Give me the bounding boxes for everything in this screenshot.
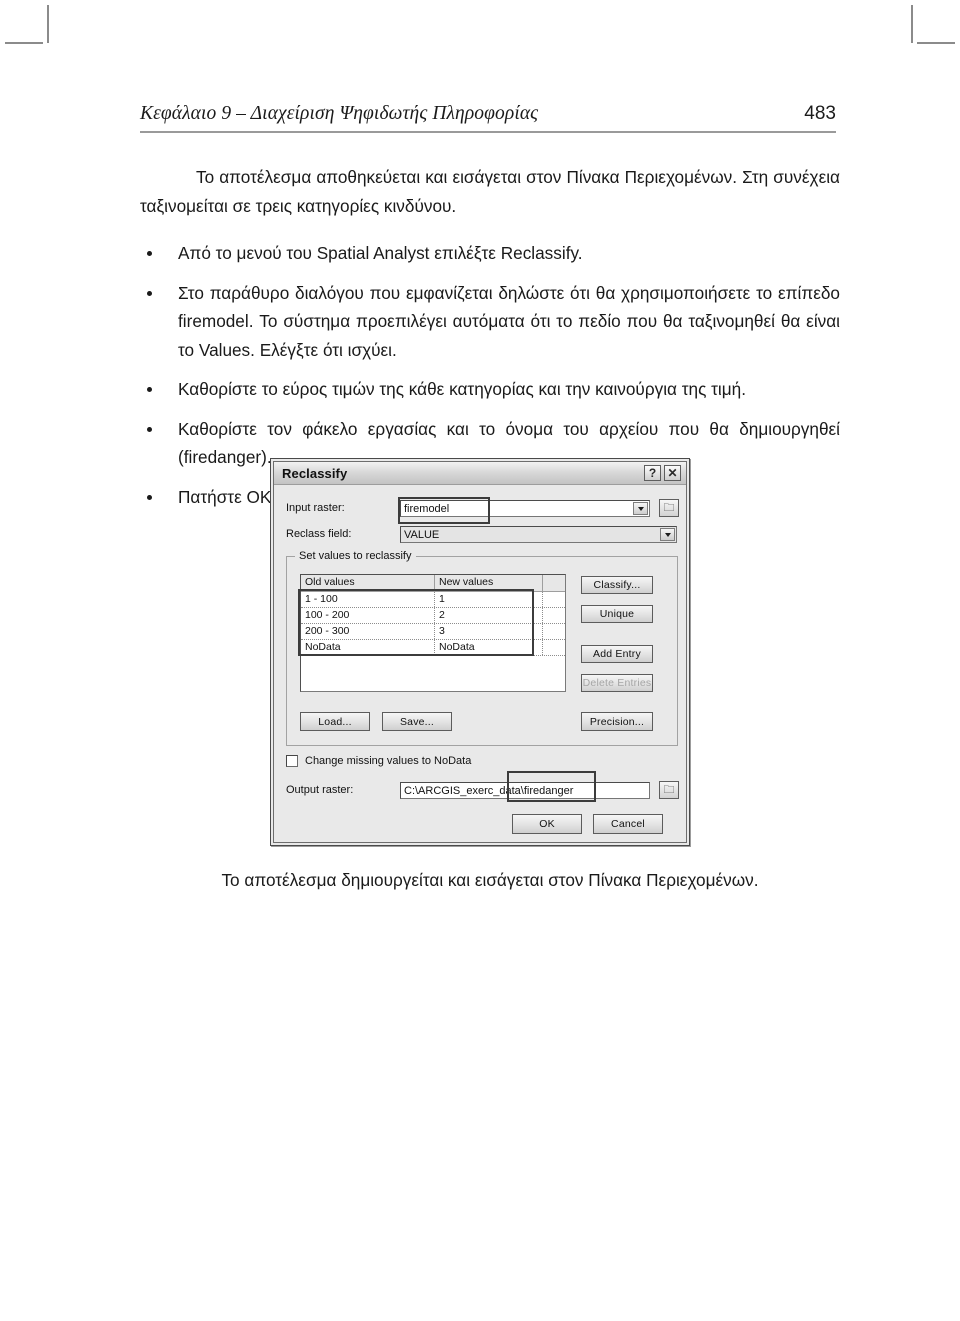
input-raster-combo[interactable]: firemodel bbox=[400, 500, 650, 517]
list-item: Από το μενού του Spatial Analyst επιλέξτ… bbox=[140, 239, 840, 268]
output-raster-value: C:\ARCGIS_exerc_data\firedanger bbox=[404, 784, 574, 797]
reclass-field-combo[interactable]: VALUE bbox=[400, 526, 677, 543]
cell-new-value: 1 bbox=[435, 592, 543, 607]
column-header-empty bbox=[543, 575, 565, 591]
reclass-field-row: Reclass field: bbox=[286, 528, 366, 540]
cell-new-value: 2 bbox=[435, 608, 543, 623]
dialog-title: Reclassify bbox=[282, 465, 348, 481]
table-row[interactable]: 200 - 300 3 bbox=[301, 624, 565, 640]
cell-old-value: 1 - 100 bbox=[301, 592, 435, 607]
list-item: Στο παράθυρο διαλόγου που εμφανίζεται δη… bbox=[140, 279, 840, 365]
dialog-titlebar[interactable]: Reclassify ? ✕ bbox=[274, 462, 686, 485]
help-icon[interactable]: ? bbox=[644, 465, 661, 481]
add-entry-button[interactable]: Add Entry bbox=[581, 645, 653, 663]
delete-entries-button: Delete Entries bbox=[581, 674, 653, 692]
output-raster-input[interactable]: C:\ARCGIS_exerc_data\firedanger bbox=[400, 782, 650, 799]
save-button[interactable]: Save... bbox=[382, 712, 452, 731]
input-raster-label: Input raster: bbox=[286, 502, 345, 514]
table-row[interactable]: NoData NoData bbox=[301, 640, 565, 656]
table-row[interactable]: 100 - 200 2 bbox=[301, 608, 565, 624]
input-raster-browse-button[interactable]: 🗀 bbox=[659, 499, 679, 517]
table-header-row: Old values New values bbox=[301, 575, 565, 592]
reclass-field-value: VALUE bbox=[404, 528, 440, 541]
cell-extra bbox=[543, 624, 565, 639]
change-missing-values-checkbox-row[interactable]: Change missing values to NoData bbox=[286, 755, 471, 767]
reclass-field-label: Reclass field: bbox=[286, 528, 352, 540]
precision-button[interactable]: Precision... bbox=[581, 712, 653, 731]
crop-mark-top-right-vertical bbox=[911, 5, 913, 43]
ok-button[interactable]: OK bbox=[512, 814, 582, 834]
input-raster-row: Input raster: bbox=[286, 502, 366, 514]
chevron-down-icon[interactable] bbox=[633, 502, 648, 515]
close-icon[interactable]: ✕ bbox=[664, 465, 681, 481]
list-item: Καθορίστε το εύρος τιμών της κάθε κατηγο… bbox=[140, 375, 840, 404]
cell-old-value: NoData bbox=[301, 640, 435, 655]
checkbox-icon[interactable] bbox=[286, 755, 298, 767]
load-button[interactable]: Load... bbox=[300, 712, 370, 731]
intro-paragraph: Το αποτέλεσμα αποθηκεύεται και εισάγεται… bbox=[140, 167, 840, 216]
titlebar-buttons: ? ✕ bbox=[644, 465, 681, 481]
page-number: 483 bbox=[804, 103, 836, 124]
column-header-new-values: New values bbox=[435, 575, 543, 591]
input-raster-value: firemodel bbox=[404, 502, 450, 515]
chapter-title: Κεφάλαιο 9 – Διαχείριση Ψηφιδωτής Πληροφ… bbox=[140, 103, 539, 124]
dialog-body: Input raster: firemodel 🗀 Reclass field:… bbox=[274, 484, 686, 842]
cell-new-value: 3 bbox=[435, 624, 543, 639]
output-raster-browse-button[interactable]: 🗀 bbox=[659, 781, 679, 799]
crop-mark-top-left-horizontal bbox=[5, 42, 43, 44]
set-values-legend: Set values to reclassify bbox=[295, 550, 416, 562]
cell-new-value: NoData bbox=[435, 640, 543, 655]
chevron-down-icon[interactable] bbox=[660, 528, 675, 541]
header-rule bbox=[140, 131, 836, 133]
output-raster-row: Output raster: bbox=[286, 784, 366, 796]
cell-extra bbox=[543, 592, 565, 607]
classify-button[interactable]: Classify... bbox=[581, 576, 653, 594]
column-header-old-values: Old values bbox=[301, 575, 435, 591]
reclass-table[interactable]: Old values New values 1 - 100 1 100 - 20… bbox=[300, 574, 566, 692]
folder-icon: 🗀 bbox=[663, 783, 675, 796]
change-missing-values-label: Change missing values to NoData bbox=[305, 755, 472, 767]
output-raster-label: Output raster: bbox=[286, 784, 354, 796]
closing-paragraph: Το αποτέλεσμα δημιουργείται και εισάγετα… bbox=[221, 870, 759, 890]
table-row[interactable]: 1 - 100 1 bbox=[301, 592, 565, 608]
cell-extra bbox=[543, 608, 565, 623]
unique-button[interactable]: Unique bbox=[581, 605, 653, 623]
dialog-frame: Reclassify ? ✕ Input raster: firemodel 🗀… bbox=[273, 461, 687, 843]
crop-mark-top-left-vertical bbox=[47, 5, 49, 43]
folder-icon: 🗀 bbox=[663, 501, 675, 514]
cell-old-value: 100 - 200 bbox=[301, 608, 435, 623]
cell-extra bbox=[543, 640, 565, 655]
cancel-button[interactable]: Cancel bbox=[593, 814, 663, 834]
cell-old-value: 200 - 300 bbox=[301, 624, 435, 639]
running-head: Κεφάλαιο 9 – Διαχείριση Ψηφιδωτής Πληροφ… bbox=[140, 103, 836, 125]
reclassify-dialog: Reclassify ? ✕ Input raster: firemodel 🗀… bbox=[270, 458, 690, 846]
crop-mark-top-right-horizontal bbox=[917, 42, 955, 44]
